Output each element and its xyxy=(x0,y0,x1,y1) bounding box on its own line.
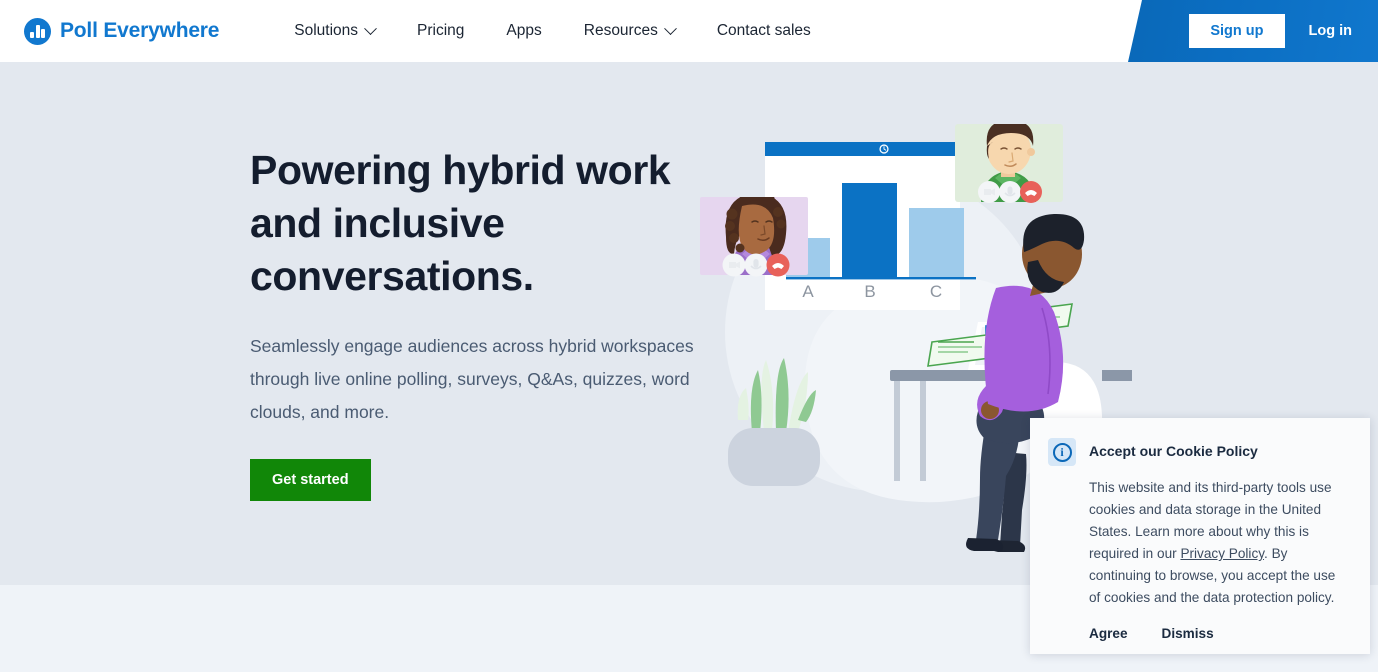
nav-item-label: Pricing xyxy=(417,22,465,39)
participant-tile-woman xyxy=(700,197,808,277)
page-title: Powering hybrid work and inclusive conve… xyxy=(250,147,671,299)
poll-bar-c xyxy=(909,208,964,278)
hero-subtitle: Seamlessly engage audiences across hybri… xyxy=(250,336,694,422)
nav-item-resources[interactable]: Resources xyxy=(563,0,696,62)
chevron-down-icon xyxy=(663,21,677,35)
top-navigation-bar: Poll Everywhere Solutions Pricing Apps R… xyxy=(0,0,1378,62)
dismiss-button[interactable]: Dismiss xyxy=(1162,626,1214,641)
nav-item-contact-sales[interactable]: Contact sales xyxy=(696,0,832,62)
nav-auth-actions: Sign up Log in xyxy=(1189,0,1378,62)
svg-text:A: A xyxy=(802,282,814,301)
brand-logo[interactable]: Poll Everywhere xyxy=(24,17,220,45)
get-started-button[interactable]: Get started xyxy=(250,459,371,501)
privacy-policy-link[interactable]: Privacy Policy xyxy=(1180,546,1264,561)
bar-chart-circle-icon xyxy=(24,17,51,45)
nav-item-label: Apps xyxy=(506,22,542,39)
cookie-banner-header: i Accept our Cookie Policy xyxy=(1048,438,1348,466)
log-in-button[interactable]: Log in xyxy=(1285,14,1378,48)
nav-inner: Poll Everywhere Solutions Pricing Apps R… xyxy=(0,0,1378,62)
poll-bar-b xyxy=(842,183,897,278)
cookie-banner-actions: Agree Dismiss xyxy=(1089,626,1348,641)
nav-item-apps[interactable]: Apps xyxy=(485,0,562,62)
nav-links: Solutions Pricing Apps Resources Contact… xyxy=(273,0,832,62)
nav-item-label: Contact sales xyxy=(716,22,811,39)
nav-item-label: Solutions xyxy=(294,22,359,39)
cookie-banner-title: Accept our Cookie Policy xyxy=(1089,443,1258,459)
nav-item-label: Resources xyxy=(583,22,658,39)
participant-tile-man xyxy=(955,124,1063,203)
svg-text:B: B xyxy=(864,282,875,301)
chevron-down-icon xyxy=(364,21,377,35)
nav-item-pricing[interactable]: Pricing xyxy=(396,0,485,62)
svg-text:C: C xyxy=(930,282,942,301)
cookie-banner-text: This website and its third-party tools u… xyxy=(1089,477,1337,609)
brand-logo-text: Poll Everywhere xyxy=(60,19,220,42)
nav-item-solutions[interactable]: Solutions xyxy=(273,0,396,62)
info-circle-icon: i xyxy=(1048,438,1076,466)
agree-button[interactable]: Agree xyxy=(1089,626,1128,641)
page-root: Poll Everywhere Solutions Pricing Apps R… xyxy=(0,0,1378,672)
cookie-policy-banner: i Accept our Cookie Policy This website … xyxy=(1030,418,1370,654)
sign-up-button[interactable]: Sign up xyxy=(1189,14,1285,48)
hero-copy: Powering hybrid work and inclusive conve… xyxy=(250,144,710,501)
